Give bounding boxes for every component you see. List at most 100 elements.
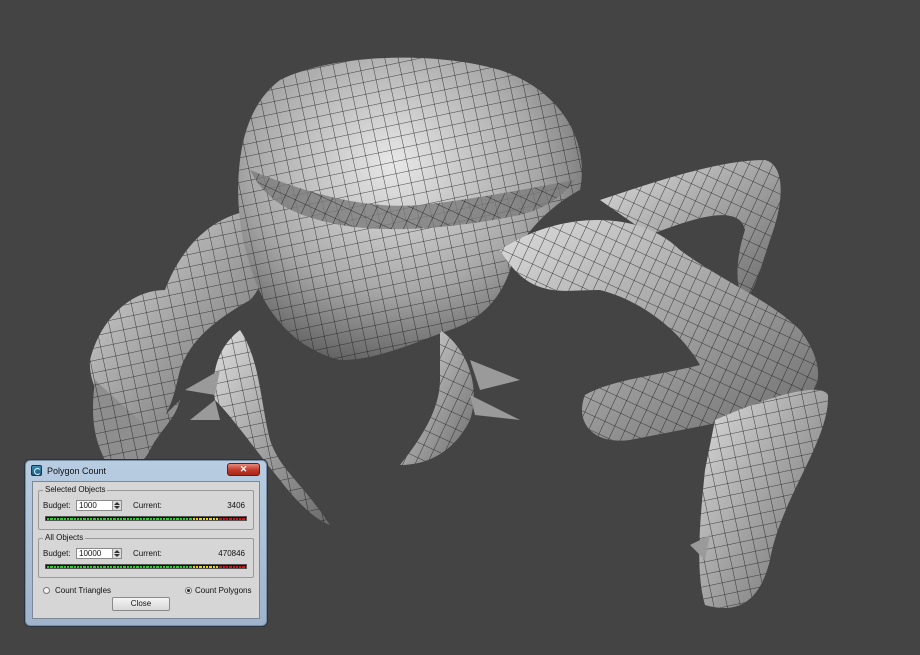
- meter-segment: [73, 565, 76, 568]
- meter-segment: [83, 565, 86, 568]
- meter-segment: [169, 517, 172, 520]
- meter-segment: [159, 517, 162, 520]
- meter-segment: [229, 517, 232, 520]
- meter-segment: [56, 517, 60, 520]
- meter-segment: [63, 565, 66, 568]
- meter-segment: [166, 517, 169, 520]
- meter-segment: [206, 565, 209, 568]
- meter-segment: [169, 565, 172, 568]
- meter-segment: [192, 565, 196, 568]
- meter-segment: [242, 517, 245, 520]
- meter-segment: [156, 565, 159, 568]
- meter-segment: [212, 517, 215, 520]
- meter-segment: [212, 565, 215, 568]
- meter-segment: [47, 565, 50, 568]
- count-triangles-radio[interactable]: [43, 587, 50, 594]
- meter-segment: [109, 517, 113, 520]
- budget-label: Budget:: [43, 501, 71, 510]
- meter-segment: [47, 517, 50, 520]
- meter-segment: [126, 517, 129, 520]
- meter-segment: [146, 517, 149, 520]
- meter-segment: [139, 565, 143, 568]
- 3dsmax-icon: [31, 465, 42, 476]
- meter-segment: [109, 565, 113, 568]
- meter-segment: [199, 517, 202, 520]
- meter-segment: [235, 517, 239, 520]
- meter-segment: [60, 565, 63, 568]
- meter-segment: [222, 565, 225, 568]
- meter-segment: [96, 517, 99, 520]
- creature-body: [238, 57, 582, 360]
- meter-segment: [189, 565, 192, 568]
- meter-segment: [189, 517, 192, 520]
- selected-budget-meter: [45, 516, 247, 521]
- meter-segment: [229, 565, 232, 568]
- spinner-arrows-icon[interactable]: [112, 501, 121, 510]
- selected-objects-label: Selected Objects: [43, 485, 108, 494]
- meter-segment: [182, 517, 186, 520]
- meter-segment: [113, 517, 116, 520]
- meter-segment: [113, 565, 116, 568]
- meter-segment: [182, 565, 186, 568]
- current-label: Current:: [133, 501, 162, 510]
- meter-segment: [106, 565, 109, 568]
- meter-segment: [80, 565, 83, 568]
- all-budget-value: 10000: [79, 549, 102, 558]
- meter-segment: [53, 517, 56, 520]
- all-budget-spinner[interactable]: 10000: [76, 548, 122, 559]
- meter-segment: [196, 565, 199, 568]
- spinner-arrows-icon[interactable]: [112, 549, 121, 558]
- meter-segment: [143, 565, 146, 568]
- meter-segment: [209, 565, 212, 568]
- meter-segment: [179, 565, 182, 568]
- all-current-value: 470846: [218, 549, 245, 558]
- meter-segment: [76, 565, 80, 568]
- all-objects-group: All Objects Budget: 10000 Current: 47084…: [38, 533, 254, 578]
- meter-segment: [156, 517, 159, 520]
- meter-segment: [172, 565, 176, 568]
- meter-segment: [70, 565, 73, 568]
- dialog-titlebar[interactable]: Polygon Count ✕: [26, 461, 266, 481]
- close-button[interactable]: Close: [112, 597, 170, 611]
- meter-segment: [119, 517, 123, 520]
- current-label: Current:: [133, 549, 162, 558]
- close-icon[interactable]: ✕: [227, 463, 260, 476]
- meter-segment: [86, 565, 90, 568]
- selected-current-value: 3406: [227, 501, 245, 510]
- meter-segment: [100, 517, 103, 520]
- meter-segment: [116, 565, 119, 568]
- meter-segment: [215, 565, 219, 568]
- meter-segment: [133, 565, 136, 568]
- meter-segment: [215, 517, 219, 520]
- meter-segment: [123, 517, 126, 520]
- meter-segment: [232, 517, 235, 520]
- meter-segment: [100, 565, 103, 568]
- selected-budget-spinner[interactable]: 1000: [76, 500, 122, 511]
- meter-segment: [186, 517, 189, 520]
- meter-segment: [176, 565, 179, 568]
- meter-segment: [60, 517, 63, 520]
- all-objects-label: All Objects: [43, 533, 86, 542]
- meter-segment: [176, 517, 179, 520]
- meter-segment: [206, 517, 209, 520]
- meter-segment: [186, 565, 189, 568]
- count-polygons-radio[interactable]: [185, 587, 192, 594]
- meter-segment: [126, 565, 129, 568]
- meter-segment: [153, 517, 156, 520]
- meter-segment: [225, 517, 229, 520]
- meter-segment: [133, 517, 136, 520]
- count-triangles-label: Count Triangles: [55, 586, 112, 595]
- meter-segment: [90, 517, 93, 520]
- meter-segment: [149, 565, 152, 568]
- meter-segment: [70, 517, 73, 520]
- meter-segment: [146, 565, 149, 568]
- meter-segment: [196, 517, 199, 520]
- meter-segment: [192, 517, 196, 520]
- meter-segment: [103, 517, 106, 520]
- count-polygons-label: Count Polygons: [195, 586, 252, 595]
- meter-segment: [76, 517, 80, 520]
- meter-segment: [63, 517, 66, 520]
- meter-segment: [50, 565, 53, 568]
- selected-budget-value: 1000: [79, 501, 97, 510]
- meter-segment: [73, 517, 76, 520]
